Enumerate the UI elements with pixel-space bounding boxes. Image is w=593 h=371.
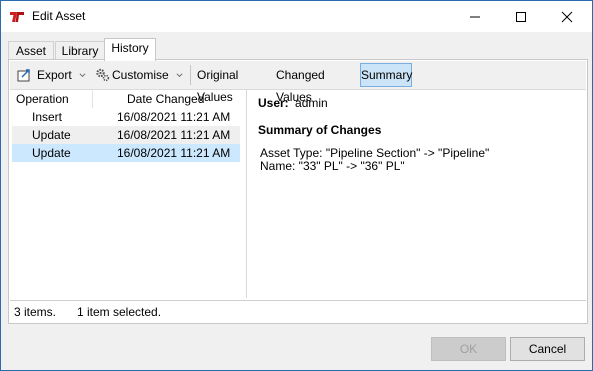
- close-icon: [561, 11, 573, 23]
- operation-cell: Insert: [32, 110, 63, 124]
- list-header: Operation Date Changed: [10, 90, 245, 108]
- maximize-icon: [516, 12, 526, 22]
- selection-status: 1 item selected.: [77, 305, 162, 319]
- table-row-selected[interactable]: Update 16/08/2021 11:21 AM: [12, 144, 240, 162]
- close-button[interactable]: [544, 1, 590, 32]
- column-divider[interactable]: [92, 90, 93, 108]
- table-row[interactable]: Insert 16/08/2021 11:21 AM: [12, 108, 240, 126]
- chevron-down-icon: [79, 73, 86, 77]
- cancel-button[interactable]: Cancel: [510, 337, 585, 361]
- user-label: User:: [258, 96, 289, 110]
- customise-button[interactable]: Customise: [93, 64, 185, 86]
- chevron-down-icon: [176, 73, 183, 77]
- tab-strip: Asset Library History: [8, 38, 588, 61]
- summary-button[interactable]: Summary: [360, 63, 412, 87]
- original-values-button[interactable]: Original Values: [197, 64, 273, 104]
- user-value: admin: [295, 96, 328, 110]
- maximize-button[interactable]: [498, 1, 544, 32]
- title-bar[interactable]: Edit Asset: [1, 1, 592, 32]
- operation-cell: Update: [32, 128, 71, 142]
- app-logo-icon: [9, 9, 25, 25]
- export-label: Export: [37, 68, 72, 82]
- gears-icon: [96, 68, 110, 82]
- changed-values-button[interactable]: Changed Values: [276, 64, 358, 104]
- user-line: User: admin: [258, 96, 578, 114]
- history-panel: Export Customise Original Values Changed…: [8, 59, 588, 324]
- minimize-button[interactable]: [452, 1, 498, 32]
- history-toolbar: Export Customise Original Values Changed…: [10, 61, 586, 104]
- pane-splitter[interactable]: [246, 89, 247, 298]
- toolbar-separator: [190, 65, 191, 85]
- change-summary-pane: User: admin Summary of Changes Asset Typ…: [258, 96, 578, 173]
- items-count: 3 items.: [14, 305, 57, 319]
- export-button[interactable]: Export: [15, 64, 89, 86]
- date-cell: 16/08/2021 11:21 AM: [117, 128, 231, 142]
- tab-history[interactable]: History: [104, 38, 156, 61]
- column-header-date-changed[interactable]: Date Changed: [127, 92, 204, 106]
- ok-button[interactable]: OK: [431, 337, 506, 361]
- status-bar: 3 items. 1 item selected.: [10, 300, 586, 323]
- date-cell: 16/08/2021 11:21 AM: [117, 146, 231, 160]
- change-list: Asset Type: "Pipeline Section" -> "Pipel…: [260, 147, 578, 173]
- history-list: Operation Date Changed Insert 16/08/2021…: [10, 90, 245, 299]
- customise-label: Customise: [112, 68, 169, 82]
- export-icon: [17, 69, 30, 82]
- summary-heading: Summary of Changes: [258, 123, 382, 137]
- window-title: Edit Asset: [32, 9, 86, 23]
- date-cell: 16/08/2021 11:21 AM: [117, 110, 231, 124]
- operation-cell: Update: [32, 146, 71, 160]
- tab-library[interactable]: Library: [55, 41, 105, 60]
- edit-asset-window: Edit Asset Asset Library History Export: [0, 0, 593, 371]
- table-row[interactable]: Update 16/08/2021 11:21 AM: [12, 126, 240, 144]
- change-line: Name: "33" PL" -> "36" PL": [260, 159, 405, 173]
- column-header-operation[interactable]: Operation: [16, 92, 69, 106]
- minimize-icon: [470, 16, 480, 18]
- tab-asset[interactable]: Asset: [8, 41, 54, 60]
